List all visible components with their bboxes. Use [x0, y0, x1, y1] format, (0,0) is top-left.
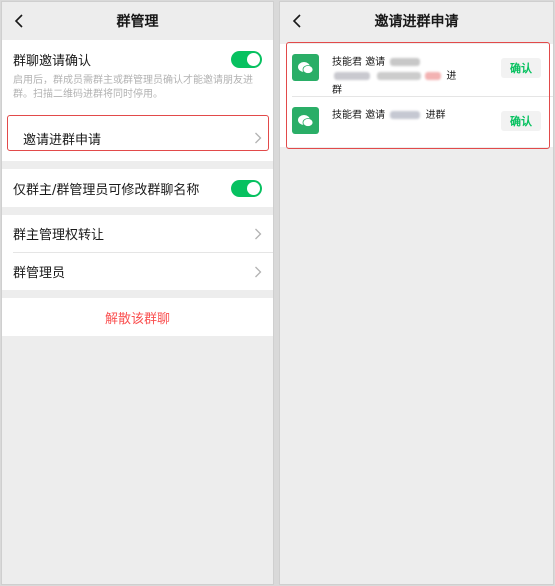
group-admins-row[interactable]: 群管理员	[2, 253, 273, 290]
group-management-screen: 群管理 群聊邀请确认 启用后，群成员需群主或群管理员确认才能邀请朋友进群。扫描二…	[1, 1, 274, 585]
rename-permission-row: 仅群主/群管理员可修改群聊名称	[2, 169, 273, 207]
blurred-name	[377, 72, 422, 80]
toggle-knob	[247, 52, 260, 66]
chevron-right-icon	[255, 266, 262, 277]
request-list: 技能君 邀请 进群 确认 技能君 邀请 进群 确认	[280, 44, 553, 147]
page-title: 群管理	[116, 14, 159, 30]
join-requests-label: 邀请进群申请	[23, 132, 102, 148]
inviter-name: 技能君	[332, 110, 362, 121]
navigation-bar: 群管理	[2, 2, 273, 40]
confirm-button[interactable]: 确认	[501, 58, 541, 78]
invite-suffix: 进群	[425, 110, 446, 121]
invite-verb: 邀请	[365, 110, 386, 121]
blurred-name	[334, 72, 370, 80]
back-icon[interactable]	[12, 11, 28, 31]
transfer-ownership-row[interactable]: 群主管理权转让	[2, 215, 273, 252]
group-admins-label: 群管理员	[13, 266, 66, 281]
join-requests-row[interactable]: 邀请进群申请	[2, 121, 273, 155]
rename-permission-label: 仅群主/群管理员可修改群聊名称	[13, 182, 200, 198]
page-title: 邀请进群申请	[374, 14, 459, 30]
invite-settings-section: 群聊邀请确认 启用后，群成员需群主或群管理员确认才能邀请朋友进群。扫描二维码进群…	[2, 40, 273, 161]
invite-confirm-row: 群聊邀请确认	[2, 40, 273, 74]
blurred-name	[425, 72, 442, 80]
request-item: 技能君 邀请 进群 确认	[280, 97, 553, 147]
chevron-right-icon	[255, 132, 262, 144]
blurred-name	[390, 111, 421, 119]
dissolve-section: 解散该群聊	[2, 298, 273, 336]
navigation-bar: 邀请进群申请	[280, 2, 553, 40]
confirm-button[interactable]: 确认	[501, 111, 541, 131]
back-icon[interactable]	[290, 11, 306, 31]
wechat-icon	[292, 54, 319, 81]
admin-section: 群主管理权转让 群管理员	[2, 215, 273, 290]
invite-verb: 邀请	[365, 57, 386, 68]
dissolve-group-button[interactable]: 解散该群聊	[2, 298, 273, 336]
blurred-name	[390, 58, 421, 66]
request-message: 技能君 邀请 进群	[332, 109, 460, 123]
chevron-right-icon	[255, 228, 262, 239]
invite-confirm-label: 群聊邀请确认	[13, 53, 92, 69]
toggle-knob	[247, 181, 260, 195]
inviter-name: 技能君	[332, 57, 362, 68]
wechat-icon	[292, 107, 319, 134]
rename-permission-toggle[interactable]	[231, 179, 262, 197]
request-item: 技能君 邀请 进群 确认	[280, 44, 553, 96]
transfer-ownership-label: 群主管理权转让	[13, 228, 105, 243]
rename-permission-section: 仅群主/群管理员可修改群聊名称	[2, 169, 273, 207]
join-requests-screen: 邀请进群申请 技能君 邀请 进群 确认 技能君 邀请 进群 确认	[279, 1, 554, 585]
request-message: 技能君 邀请 进群	[332, 56, 460, 98]
invite-confirm-description: 启用后，群成员需群主或群管理员确认才能邀请朋友进群。扫描二维码进群将同时停用。	[13, 75, 253, 100]
invite-confirm-toggle[interactable]	[231, 50, 262, 68]
